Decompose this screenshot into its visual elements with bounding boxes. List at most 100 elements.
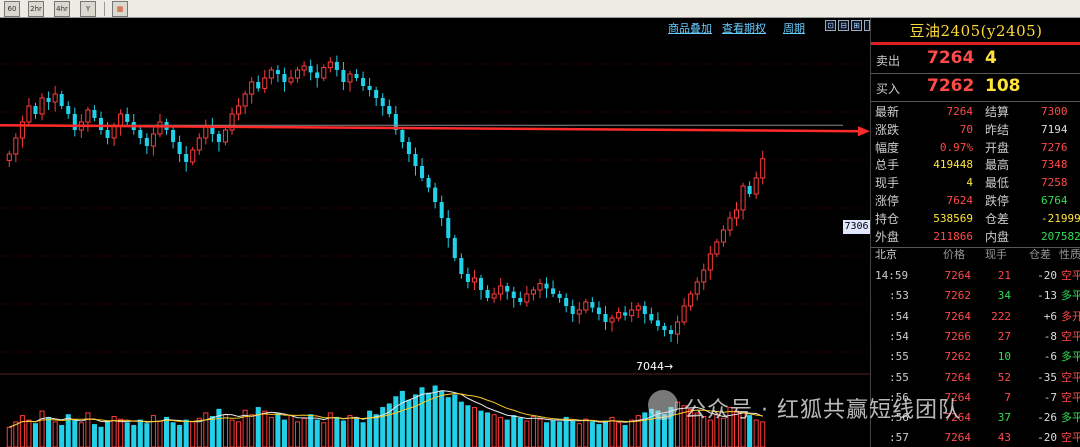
candle-body	[701, 269, 707, 283]
volume-bar	[570, 420, 576, 447]
watermark: 公众号 · 红狐共赢短线团队	[648, 388, 1068, 424]
candle-body	[150, 133, 156, 147]
period-link[interactable]: 周期	[783, 20, 805, 36]
candle-body	[52, 93, 58, 103]
ticks-header-time: 北京	[875, 248, 897, 261]
tick-nature: 空平	[1061, 431, 1080, 445]
zoom-fit-icon[interactable]: ⊡	[825, 20, 836, 31]
candle-body	[452, 238, 457, 258]
title-underline	[871, 42, 1080, 45]
stat-row: 总手 419448 最高 7348	[871, 157, 1080, 173]
tick-row[interactable]: :57 7264 43 -20 空平	[871, 426, 1080, 447]
volume-bar	[32, 423, 39, 447]
volume-bar	[360, 422, 366, 447]
candle-body	[733, 209, 740, 219]
stat-label: 现手	[875, 176, 900, 191]
trend-arrow-line	[0, 123, 863, 133]
volume-bar	[222, 414, 229, 447]
period-2hr-button[interactable]: 2hr	[28, 1, 44, 17]
stat-row: 最新 7264 结算 7300	[871, 104, 1080, 120]
period-4hr-button[interactable]: 4hr	[54, 1, 70, 17]
kline-chart[interactable]: 商品叠加 查看期权 周期 ⊡ ⊟ ⊞ 7306 7044→	[0, 18, 870, 447]
volume-bar	[72, 419, 78, 447]
calendar-icon[interactable]: ▦	[112, 1, 128, 17]
volume-bar	[465, 405, 471, 447]
volume-bar	[170, 422, 176, 447]
orderbook-divider	[871, 101, 1080, 102]
volume-bar	[419, 387, 425, 447]
volume-bar	[268, 416, 274, 447]
candle-body	[747, 186, 752, 194]
candle-body	[144, 138, 149, 146]
ask-price: 7264	[927, 48, 975, 68]
bid-price: 7262	[927, 76, 975, 96]
candle-body	[327, 61, 333, 69]
volume-bar	[137, 419, 143, 447]
candle-body	[491, 293, 497, 299]
volume-bar	[478, 410, 484, 447]
volume-bar	[367, 410, 373, 447]
volume-bar	[412, 394, 419, 447]
volume-bar	[150, 415, 156, 447]
candle-body	[570, 306, 575, 314]
contract-title: 豆油2405(y2405)	[909, 22, 1043, 40]
orderbook-divider	[871, 73, 1080, 74]
candle-body	[551, 288, 556, 294]
view-options-link[interactable]: 查看期权	[722, 20, 766, 36]
volume-bar	[393, 396, 399, 447]
volume-bar	[314, 419, 320, 447]
candle-body	[420, 166, 425, 178]
watermark-text: 公众号 · 红狐共赢短线团队	[684, 398, 961, 423]
candle-body	[242, 93, 248, 107]
candle-body	[334, 62, 339, 70]
volume-bar	[52, 421, 58, 447]
stat-value: 538569	[933, 211, 973, 225]
candle-body	[380, 98, 385, 106]
ask-volume: 4	[985, 48, 997, 68]
zoom-in-icon[interactable]: ⊞	[851, 20, 862, 31]
stat-value: 207582	[1041, 229, 1080, 243]
candle-body	[413, 154, 418, 166]
stat-label: 幅度	[875, 140, 900, 155]
stat-row: 外盘 211866 内盘 207582	[871, 229, 1080, 245]
tick-price: 7264	[944, 431, 972, 445]
stat-value: 7276	[1041, 140, 1068, 154]
stat-value: -21999	[1041, 211, 1080, 225]
stat-value: 419448	[933, 158, 973, 172]
candle-body	[177, 142, 182, 154]
candle-body	[753, 177, 759, 195]
volume-bar	[432, 385, 438, 447]
tick-oi-change: -20	[1037, 431, 1057, 445]
candle-body	[354, 74, 359, 78]
volume-bar	[19, 415, 25, 447]
candle-body	[530, 289, 536, 295]
toolbar-divider	[104, 2, 105, 16]
candle-body	[446, 218, 451, 238]
period-year-button[interactable]: Y	[80, 1, 96, 17]
volume-bar	[262, 410, 268, 447]
overlay-commodity-link[interactable]: 商品叠加	[668, 20, 712, 36]
volume-bar	[373, 414, 379, 447]
volume-bar	[602, 420, 609, 447]
volume-bar	[105, 420, 111, 447]
stat-label: 最高	[985, 158, 1010, 173]
trend-arrow-head	[858, 126, 870, 137]
volume-bar	[39, 410, 45, 447]
zoom-out-icon[interactable]: ⊟	[838, 20, 849, 31]
candle-body	[39, 97, 45, 115]
stat-row: 涨跌 70 昨结 7194	[871, 122, 1080, 138]
period-60-button[interactable]: 60	[4, 1, 20, 17]
candle-body	[33, 106, 38, 114]
volume-bar	[504, 419, 510, 447]
volume-bar	[249, 414, 255, 447]
ticks-header: 北京 价格 现手 仓差 性质	[871, 247, 1080, 263]
volume-bar	[589, 421, 595, 447]
candle-body	[171, 130, 176, 142]
candle-body	[675, 321, 681, 335]
candle-body	[576, 309, 582, 315]
stat-label: 仓差	[985, 211, 1010, 226]
candle-body	[275, 70, 280, 74]
candle-body	[524, 293, 530, 303]
candle-body	[655, 320, 660, 326]
candle-body	[623, 312, 628, 316]
